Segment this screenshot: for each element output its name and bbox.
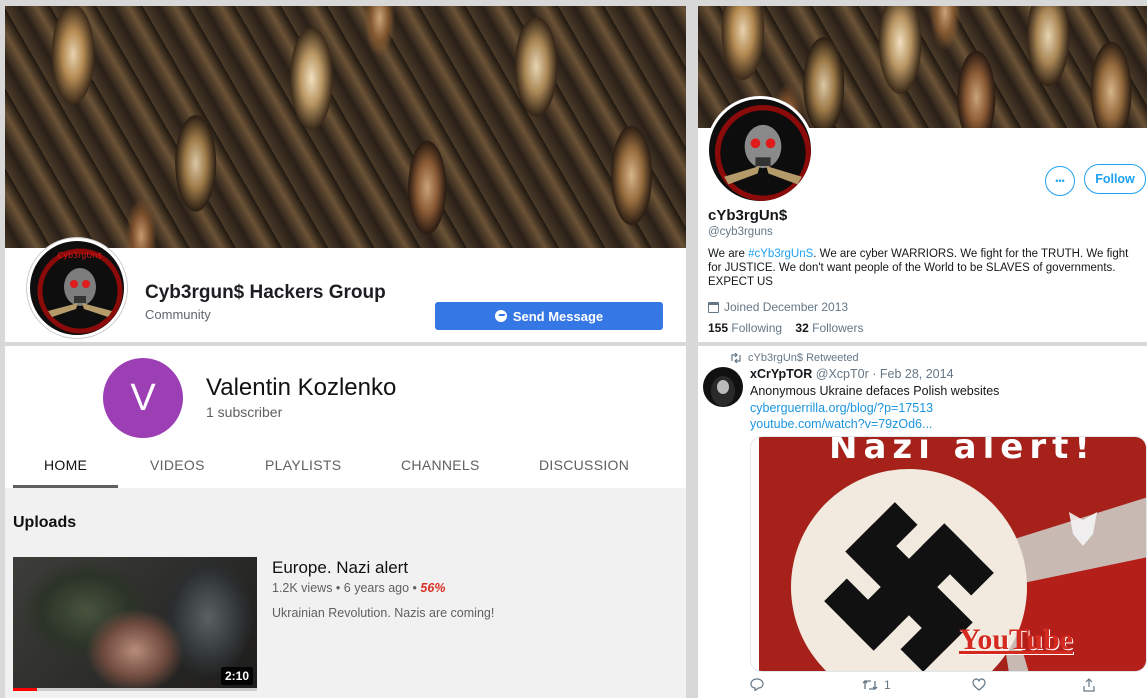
video-description: Ukrainian Revolution. Nazis are coming! (272, 606, 495, 620)
uploads-section-title[interactable]: Uploads (13, 514, 76, 532)
bio-prefix: We are (708, 248, 749, 260)
send-message-button[interactable]: Send Message (435, 302, 663, 330)
following-label: Following (731, 321, 783, 335)
tab-channels[interactable]: CHANNELS (401, 457, 480, 473)
card-title: Nazi alert! (829, 437, 1096, 467)
tweet-author-name[interactable]: xCrYpTOR (750, 367, 812, 381)
reply-button[interactable] (750, 678, 764, 691)
retweet-count: 1 (884, 678, 891, 692)
hooded-figure-icon (711, 376, 735, 406)
like-button[interactable] (972, 678, 986, 691)
channel-avatar[interactable]: V (103, 358, 183, 438)
joined-date: Joined December 2013 (708, 300, 848, 314)
subscriber-count: 1 subscriber (206, 404, 283, 420)
retweeted-tweet-panel[interactable]: cYb3rgUn$ Retweeted xCrYpTOR @XcpT0r · F… (698, 346, 1147, 698)
video-meta: 1.2K views • 6 years ago • 56% (272, 581, 445, 595)
watch-progress-bar (13, 688, 257, 691)
media-card[interactable]: Nazi alert! YouTube (750, 436, 1147, 672)
watch-progress-fill (13, 688, 38, 691)
tweet-link-youtube[interactable]: youtube.com/watch?v=79zOd6... (750, 417, 932, 431)
retweet-context: cYb3rgUn$ Retweeted (730, 352, 859, 364)
tab-playlists[interactable]: PLAYLISTS (265, 457, 341, 473)
messenger-icon (494, 310, 507, 322)
followers-label: Followers (812, 321, 864, 335)
retweet-context-text: cYb3rgUn$ Retweeted (748, 352, 859, 364)
retweet-icon (862, 680, 878, 690)
youtube-brand-text: YouTube (959, 623, 1073, 656)
page-category: Community (145, 307, 211, 322)
twitter-profile-picture[interactable] (706, 96, 814, 204)
following-count: 155 (708, 321, 729, 335)
facebook-cover-photo (5, 6, 686, 248)
tweet-link-blog[interactable]: cyberguerrilla.org/blog/?p=17513 (750, 401, 933, 415)
calendar-icon (708, 301, 719, 313)
twitter-profile-panel: ••• Follow cYb3rgUn$ @cyb3rguns We are #… (698, 6, 1147, 342)
retweet-icon (731, 353, 741, 363)
follow-button[interactable]: Follow (1084, 164, 1146, 194)
share-icon (1083, 678, 1095, 692)
tweet-header: xCrYpTOR @XcpT0r · Feb 28, 2014 (750, 367, 954, 381)
skull-logo-icon: Cyb3rgUn$ (37, 248, 123, 334)
tab-videos[interactable]: VIDEOS (150, 457, 205, 473)
tab-discussion[interactable]: DISCUSSION (539, 457, 629, 473)
joined-date-text: Joined December 2013 (724, 300, 849, 314)
retweet-button[interactable]: 1 (862, 678, 891, 692)
channel-header: V Valentin Kozlenko 1 subscriber HOME VI… (5, 346, 686, 488)
following-link[interactable]: 155 Following (708, 321, 782, 335)
more-options-button[interactable]: ••• (1045, 166, 1075, 196)
video-rating: 56% (420, 581, 446, 595)
video-duration: 2:10 (220, 667, 253, 685)
video-thumbnail[interactable]: 2:10 (13, 557, 257, 691)
followers-count: 32 (795, 321, 809, 335)
card-image: Nazi alert! YouTube (759, 437, 1146, 671)
banner-graphic-icon (791, 469, 1146, 671)
youtube-channel-panel: V Valentin Kozlenko 1 subscriber HOME VI… (5, 346, 686, 698)
video-views-age: 1.2K views • 6 years ago • (272, 581, 421, 595)
reply-icon (750, 678, 764, 691)
profile-bio: We are #cYb3rgUnS. We are cyber WARRIORS… (708, 247, 1142, 289)
tweet-author-avatar[interactable] (703, 367, 743, 407)
profile-handle: @cyb3rguns (708, 226, 773, 238)
active-tab-indicator (13, 485, 118, 488)
tab-home[interactable]: HOME (44, 457, 87, 473)
share-button[interactable] (1082, 678, 1096, 692)
send-message-label: Send Message (512, 308, 604, 324)
channel-name: Valentin Kozlenko (206, 374, 397, 401)
bio-hashtag-link[interactable]: #cYb3rgUnS (748, 248, 813, 260)
followers-link[interactable]: 32 Followers (795, 321, 863, 335)
skull-logo-icon (714, 104, 811, 201)
page-title[interactable]: Cyb3rgun$ Hackers Group (145, 282, 386, 304)
video-title[interactable]: Europe. Nazi alert (272, 558, 408, 578)
facebook-profile-picture[interactable]: Cyb3rgUn$ (27, 238, 127, 338)
tweet-text: Anonymous Ukraine defaces Polish website… (750, 384, 1000, 398)
svg-text:Cyb3rgUn$: Cyb3rgUn$ (58, 251, 103, 260)
facebook-page-panel: Cyb3rgUn$ Cyb3rgun$ Hackers Group Commun… (5, 6, 686, 342)
follow-stats: 155 Following 32 Followers (708, 321, 863, 335)
heart-icon (972, 678, 986, 691)
tweet-author-meta: @XcpT0r · Feb 28, 2014 (812, 367, 954, 381)
profile-display-name: cYb3rgUn$ (708, 207, 788, 224)
